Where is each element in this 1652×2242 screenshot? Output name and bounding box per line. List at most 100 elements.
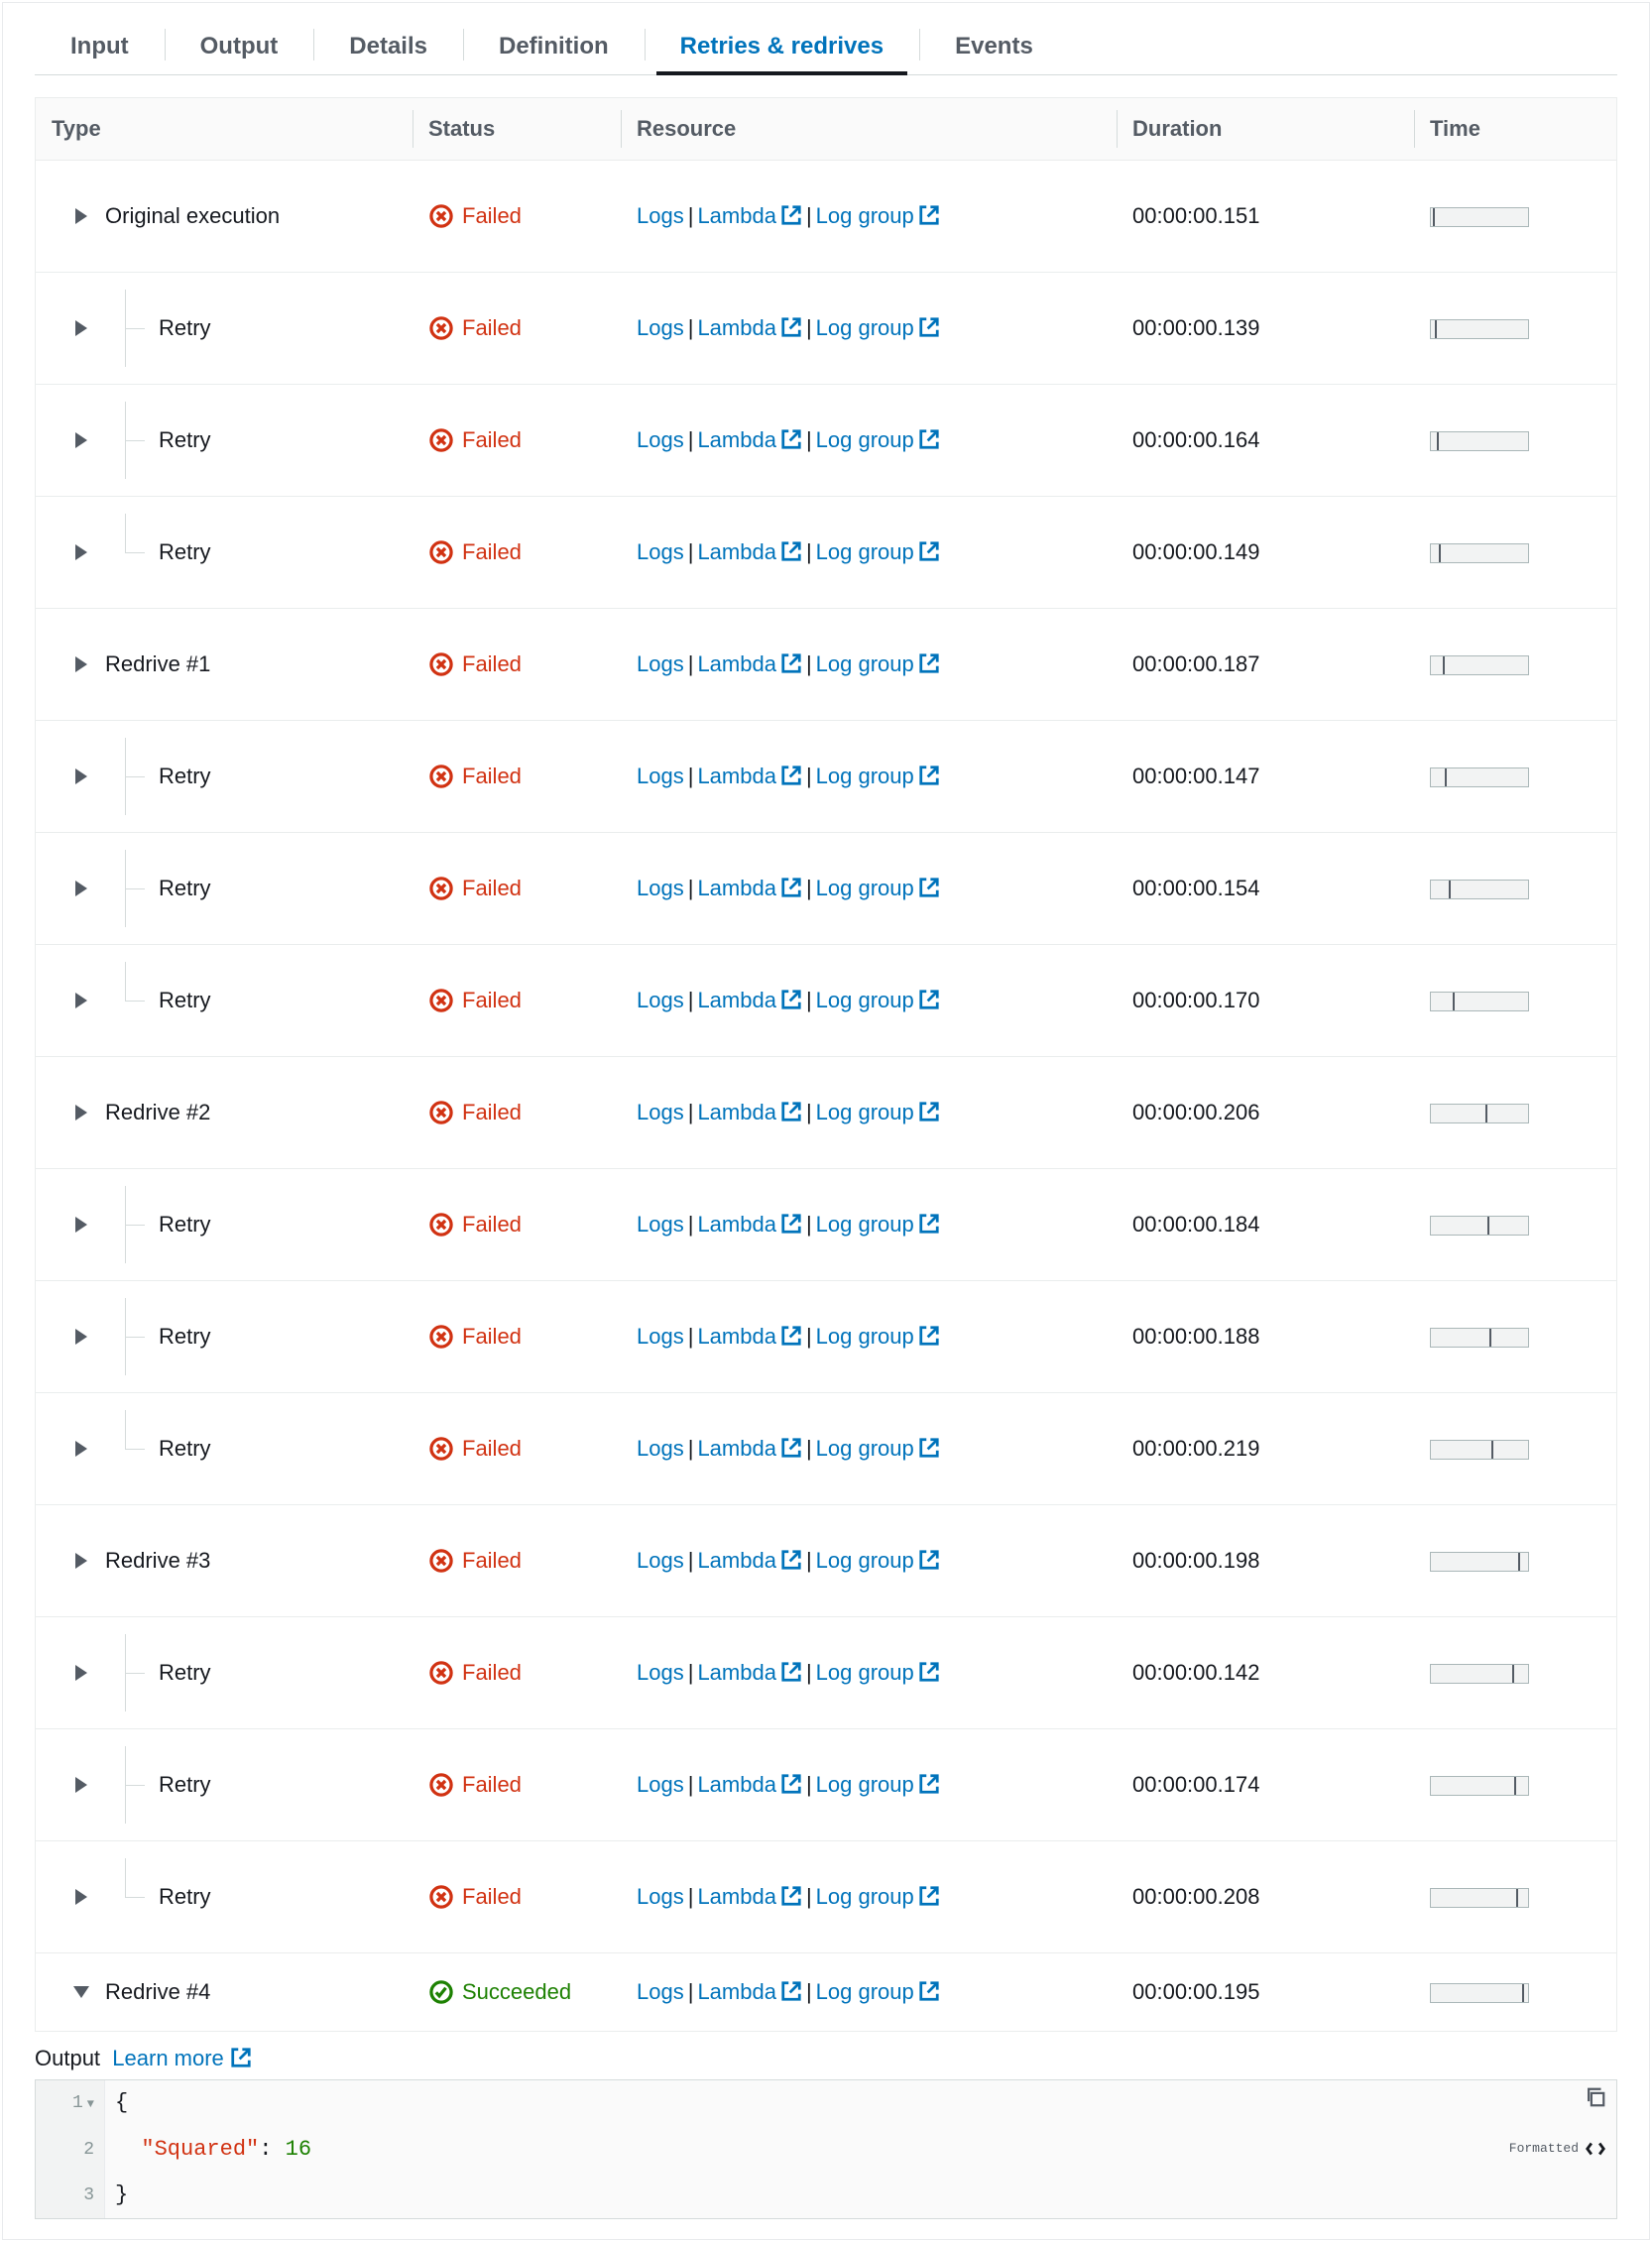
col-time[interactable]: Time <box>1414 98 1616 160</box>
resource-cell: Logs|Lambda |Log group <box>621 1418 1117 1479</box>
type-cell: Retry <box>36 1729 413 1840</box>
col-resource[interactable]: Resource <box>621 98 1117 160</box>
log-group-link[interactable]: Log group <box>816 315 940 341</box>
log-group-link[interactable]: Log group <box>816 1436 940 1462</box>
logs-link[interactable]: Logs <box>637 1772 684 1798</box>
learn-more-link[interactable]: Learn more <box>112 2046 252 2071</box>
log-group-link[interactable]: Log group <box>816 988 940 1013</box>
logs-link[interactable]: Logs <box>637 1979 684 2005</box>
log-group-link[interactable]: Log group <box>816 1660 940 1686</box>
lambda-link[interactable]: Lambda <box>697 1772 802 1798</box>
col-duration[interactable]: Duration <box>1117 98 1414 160</box>
log-group-link[interactable]: Log group <box>816 1212 940 1238</box>
duration-cell: 00:00:00.139 <box>1117 297 1414 359</box>
caret-right-icon[interactable] <box>75 544 87 560</box>
log-group-link[interactable]: Log group <box>816 1324 940 1350</box>
failed-icon <box>428 1772 454 1798</box>
lambda-link[interactable]: Lambda <box>697 764 802 789</box>
lambda-link[interactable]: Lambda <box>697 1660 802 1686</box>
failed-icon <box>428 988 454 1013</box>
logs-link[interactable]: Logs <box>637 876 684 901</box>
caret-right-icon[interactable] <box>75 1217 87 1233</box>
tab-retries[interactable]: Retries & redrives <box>645 19 919 74</box>
log-group-link[interactable]: Log group <box>816 1884 940 1910</box>
log-group-link[interactable]: Log group <box>816 539 940 565</box>
col-status[interactable]: Status <box>413 98 621 160</box>
lambda-link[interactable]: Lambda <box>697 988 802 1013</box>
log-group-link[interactable]: Log group <box>816 1979 940 2005</box>
logs-link[interactable]: Logs <box>637 427 684 453</box>
caret-right-icon[interactable] <box>75 320 87 336</box>
logs-link[interactable]: Logs <box>637 1324 684 1350</box>
log-group-link[interactable]: Log group <box>816 764 940 789</box>
logs-link[interactable]: Logs <box>637 764 684 789</box>
caret-right-icon[interactable] <box>75 432 87 448</box>
logs-link[interactable]: Logs <box>637 1436 684 1462</box>
logs-link[interactable]: Logs <box>637 1660 684 1686</box>
external-link-icon <box>780 988 802 1013</box>
lambda-link[interactable]: Lambda <box>697 1548 802 1574</box>
tab-definition[interactable]: Definition <box>463 19 645 74</box>
col-type[interactable]: Type <box>36 98 413 160</box>
caret-right-icon[interactable] <box>75 1105 87 1121</box>
caret-right-icon[interactable] <box>75 768 87 784</box>
caret-right-icon[interactable] <box>75 1889 87 1905</box>
time-bar <box>1430 1216 1529 1236</box>
lambda-link[interactable]: Lambda <box>697 539 802 565</box>
lambda-link[interactable]: Lambda <box>697 1324 802 1350</box>
lambda-link[interactable]: Lambda <box>697 315 802 341</box>
log-group-link[interactable]: Log group <box>816 1548 940 1574</box>
status-text: Succeeded <box>462 1979 571 2005</box>
logs-link[interactable]: Logs <box>637 1100 684 1125</box>
external-link-icon <box>918 651 940 677</box>
caret-right-icon[interactable] <box>75 656 87 672</box>
copy-icon[interactable] <box>1585 2086 1606 2122</box>
tab-input[interactable]: Input <box>35 19 165 74</box>
logs-link[interactable]: Logs <box>637 988 684 1013</box>
caret-right-icon[interactable] <box>75 1441 87 1457</box>
lambda-link[interactable]: Lambda <box>697 427 802 453</box>
status-cell: Failed <box>413 1642 621 1704</box>
log-group-link[interactable]: Log group <box>816 427 940 453</box>
lambda-link[interactable]: Lambda <box>697 651 802 677</box>
format-toggle[interactable]: Formatted <box>1509 2132 1606 2166</box>
logs-link[interactable]: Logs <box>637 1212 684 1238</box>
logs-link[interactable]: Logs <box>637 1548 684 1574</box>
json-output-editor[interactable]: Formatted 1▼ { 2 "Squared": 16 3 } <box>35 2079 1617 2219</box>
log-group-link[interactable]: Log group <box>816 203 940 229</box>
caret-right-icon[interactable] <box>75 993 87 1008</box>
caret-right-icon[interactable] <box>75 1553 87 1569</box>
logs-link[interactable]: Logs <box>637 651 684 677</box>
table-row: RetryFailedLogs|Lambda |Log group 00:00:… <box>36 833 1616 945</box>
caret-down-icon[interactable] <box>73 1986 89 1998</box>
tab-details[interactable]: Details <box>313 19 463 74</box>
lambda-link[interactable]: Lambda <box>697 203 802 229</box>
lambda-link[interactable]: Lambda <box>697 1100 802 1125</box>
logs-link[interactable]: Logs <box>637 1884 684 1910</box>
log-group-link[interactable]: Log group <box>816 1772 940 1798</box>
lambda-link[interactable]: Lambda <box>697 1212 802 1238</box>
log-group-link[interactable]: Log group <box>816 1100 940 1125</box>
log-group-link[interactable]: Log group <box>816 876 940 901</box>
logs-link[interactable]: Logs <box>637 539 684 565</box>
logs-link[interactable]: Logs <box>637 203 684 229</box>
time-bar <box>1430 1664 1529 1684</box>
logs-link[interactable]: Logs <box>637 315 684 341</box>
tab-output[interactable]: Output <box>165 19 314 74</box>
log-group-link[interactable]: Log group <box>816 651 940 677</box>
caret-right-icon[interactable] <box>75 881 87 896</box>
lambda-link[interactable]: Lambda <box>697 1979 802 2005</box>
caret-right-icon[interactable] <box>75 1665 87 1681</box>
caret-right-icon[interactable] <box>75 208 87 224</box>
status-cell: Failed <box>413 1306 621 1367</box>
type-cell: Retry <box>36 833 413 944</box>
lambda-link[interactable]: Lambda <box>697 1436 802 1462</box>
resource-cell: Logs|Lambda |Log group <box>621 634 1117 695</box>
tab-events[interactable]: Events <box>919 19 1069 74</box>
lambda-link[interactable]: Lambda <box>697 1884 802 1910</box>
time-bar <box>1430 1983 1529 2003</box>
caret-right-icon[interactable] <box>75 1777 87 1793</box>
external-link-icon <box>780 1100 802 1125</box>
caret-right-icon[interactable] <box>75 1329 87 1345</box>
lambda-link[interactable]: Lambda <box>697 876 802 901</box>
